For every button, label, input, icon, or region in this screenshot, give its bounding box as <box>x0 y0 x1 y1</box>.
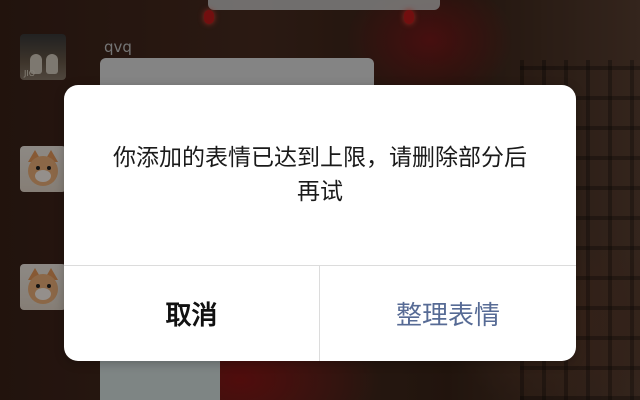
cancel-button[interactable]: 取消 <box>64 266 319 361</box>
alert-message: 你添加的表情已达到上限，请删除部分后再试 <box>113 145 527 205</box>
sticker-limit-alert: 你添加的表情已达到上限，请删除部分后再试 取消 整理表情 <box>64 85 576 361</box>
manage-stickers-button[interactable]: 整理表情 <box>320 266 576 361</box>
